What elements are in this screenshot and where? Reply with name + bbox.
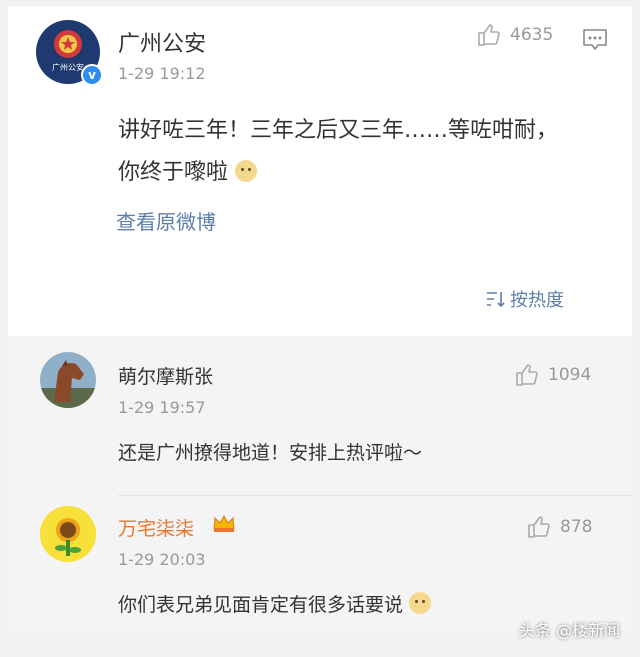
comment-like-count: 878 bbox=[560, 517, 593, 537]
comment-like-button[interactable]: 878 bbox=[526, 514, 592, 540]
comment-text: 还是广州撩得地道！安排上热评啦～ bbox=[118, 442, 423, 464]
sort-icon bbox=[487, 292, 505, 308]
doge-emoji-icon bbox=[235, 160, 258, 182]
comment-text: 你们表兄弟见面肯定有很多话要说 bbox=[118, 590, 432, 617]
thumbs-up-icon bbox=[528, 516, 550, 538]
thumbs-up-icon bbox=[478, 24, 500, 46]
horse-avatar-icon bbox=[40, 352, 96, 408]
doge-emoji-icon bbox=[409, 592, 432, 614]
comment-time: 1-29 20:03 bbox=[118, 550, 206, 569]
comment-menu-icon[interactable] bbox=[582, 28, 608, 52]
commenter-avatar[interactable] bbox=[40, 352, 96, 408]
sunflower-avatar-icon bbox=[40, 506, 96, 562]
comment-like-button[interactable]: 1094 bbox=[514, 362, 591, 388]
commenter-avatar[interactable] bbox=[40, 506, 96, 562]
comment-like-count: 1094 bbox=[548, 365, 592, 385]
watermark: 头条 @楼新闻 bbox=[518, 621, 620, 640]
verified-icon: v bbox=[81, 64, 103, 86]
sort-by-hot-button[interactable]: 按热度 bbox=[486, 286, 564, 312]
thumbs-up-icon bbox=[516, 364, 538, 386]
post-time: 1-29 19:12 bbox=[118, 64, 206, 83]
comment-list: 萌尔摩斯张 1-29 19:57 1094 还是广州撩得地道！安排上热评啦～ 万… bbox=[8, 340, 632, 630]
comment-divider bbox=[118, 495, 632, 496]
comment-time: 1-29 19:57 bbox=[118, 398, 206, 417]
post-author-name[interactable]: 广州公安 bbox=[118, 26, 206, 58]
post-content: 讲好咗三年！三年之后又三年……等咗咁耐，你终于嚟啦 bbox=[118, 110, 558, 194]
post-like-count: 4635 bbox=[510, 25, 554, 45]
post-like-button[interactable]: 4635 bbox=[476, 22, 553, 48]
view-original-link[interactable]: 查看原微博 bbox=[116, 206, 216, 235]
post-content-text: 讲好咗三年！三年之后又三年……等咗咁耐，你终于嚟啦 bbox=[118, 118, 559, 185]
original-post-card: 广州公安 v 广州公安 1-29 19:12 4635 讲好咗三年！三年之后又三… bbox=[8, 6, 632, 336]
commenter-name[interactable]: 萌尔摩斯张 bbox=[118, 362, 213, 389]
commenter-name[interactable]: 万宅柒柒 bbox=[118, 514, 194, 541]
sort-label: 按热度 bbox=[510, 290, 564, 311]
comment-text-content: 你们表兄弟见面肯定有很多话要说 bbox=[118, 594, 404, 616]
vip-crown-icon bbox=[213, 514, 235, 532]
